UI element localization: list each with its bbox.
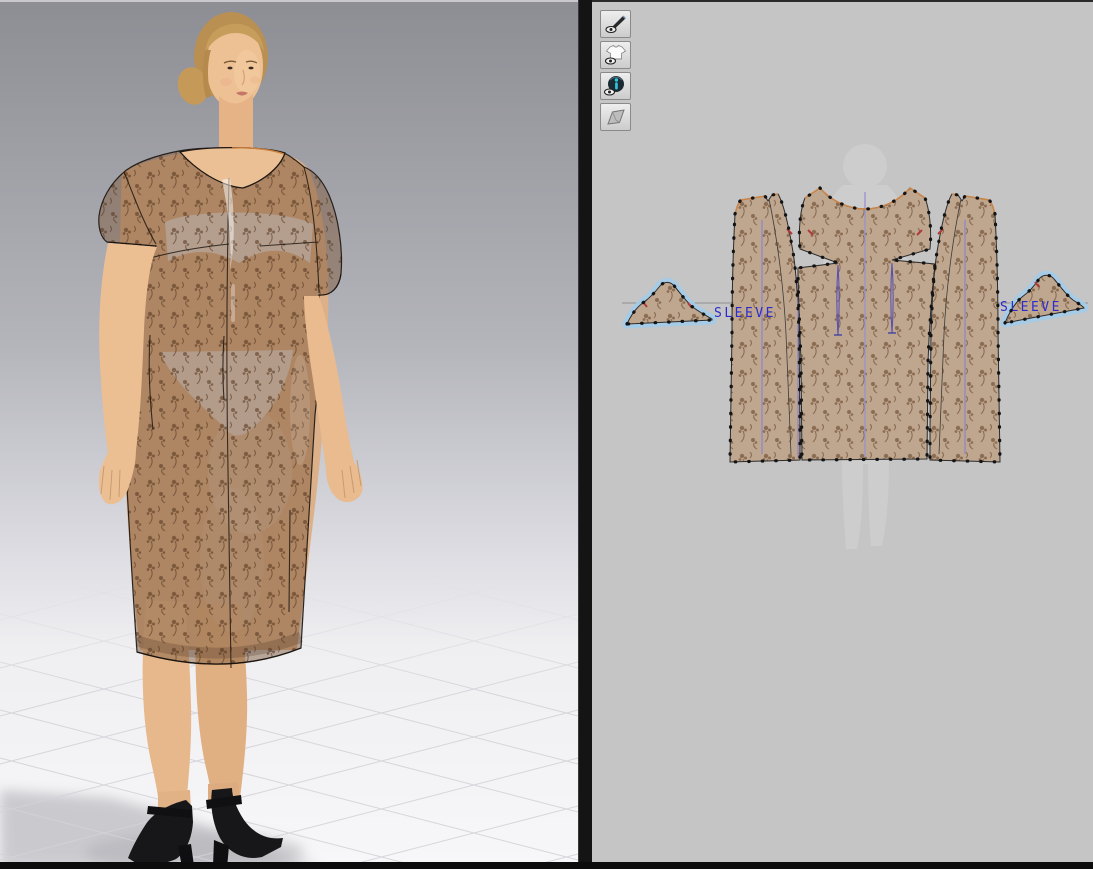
2d-pattern-panel[interactable]: SLEEVE SLEEVE: [592, 0, 1093, 862]
needle-visibility-button[interactable]: [600, 10, 631, 38]
needle-visibility-icon: [604, 15, 626, 34]
sleeve-label-right: SLEEVE: [1000, 300, 1062, 315]
garment-cad-app: SLEEVE SLEEVE: [0, 0, 1093, 869]
3d-viewport[interactable]: [0, 0, 578, 862]
garment-visibility-button[interactable]: [600, 41, 631, 69]
pattern-canvas[interactable]: SLEEVE SLEEVE: [592, 2, 1093, 862]
info-visibility-button[interactable]: [600, 72, 631, 100]
3d-scene: [0, 0, 578, 862]
pattern-piece-back-left[interactable]: [729, 193, 801, 463]
garment-visibility-icon: [604, 44, 626, 65]
sleeve-label-left: SLEEVE: [714, 306, 776, 321]
pattern-toolbar: [600, 10, 631, 131]
window-bottom-edge: [0, 862, 1093, 869]
pattern-piece-back-right[interactable]: [929, 193, 1001, 463]
pattern-piece-button[interactable]: [600, 103, 631, 131]
panel-splitter[interactable]: [578, 0, 593, 862]
pattern-piece-icon: [606, 109, 625, 125]
pattern-piece-front[interactable]: [797, 187, 936, 461]
info-visibility-icon: [603, 76, 624, 96]
